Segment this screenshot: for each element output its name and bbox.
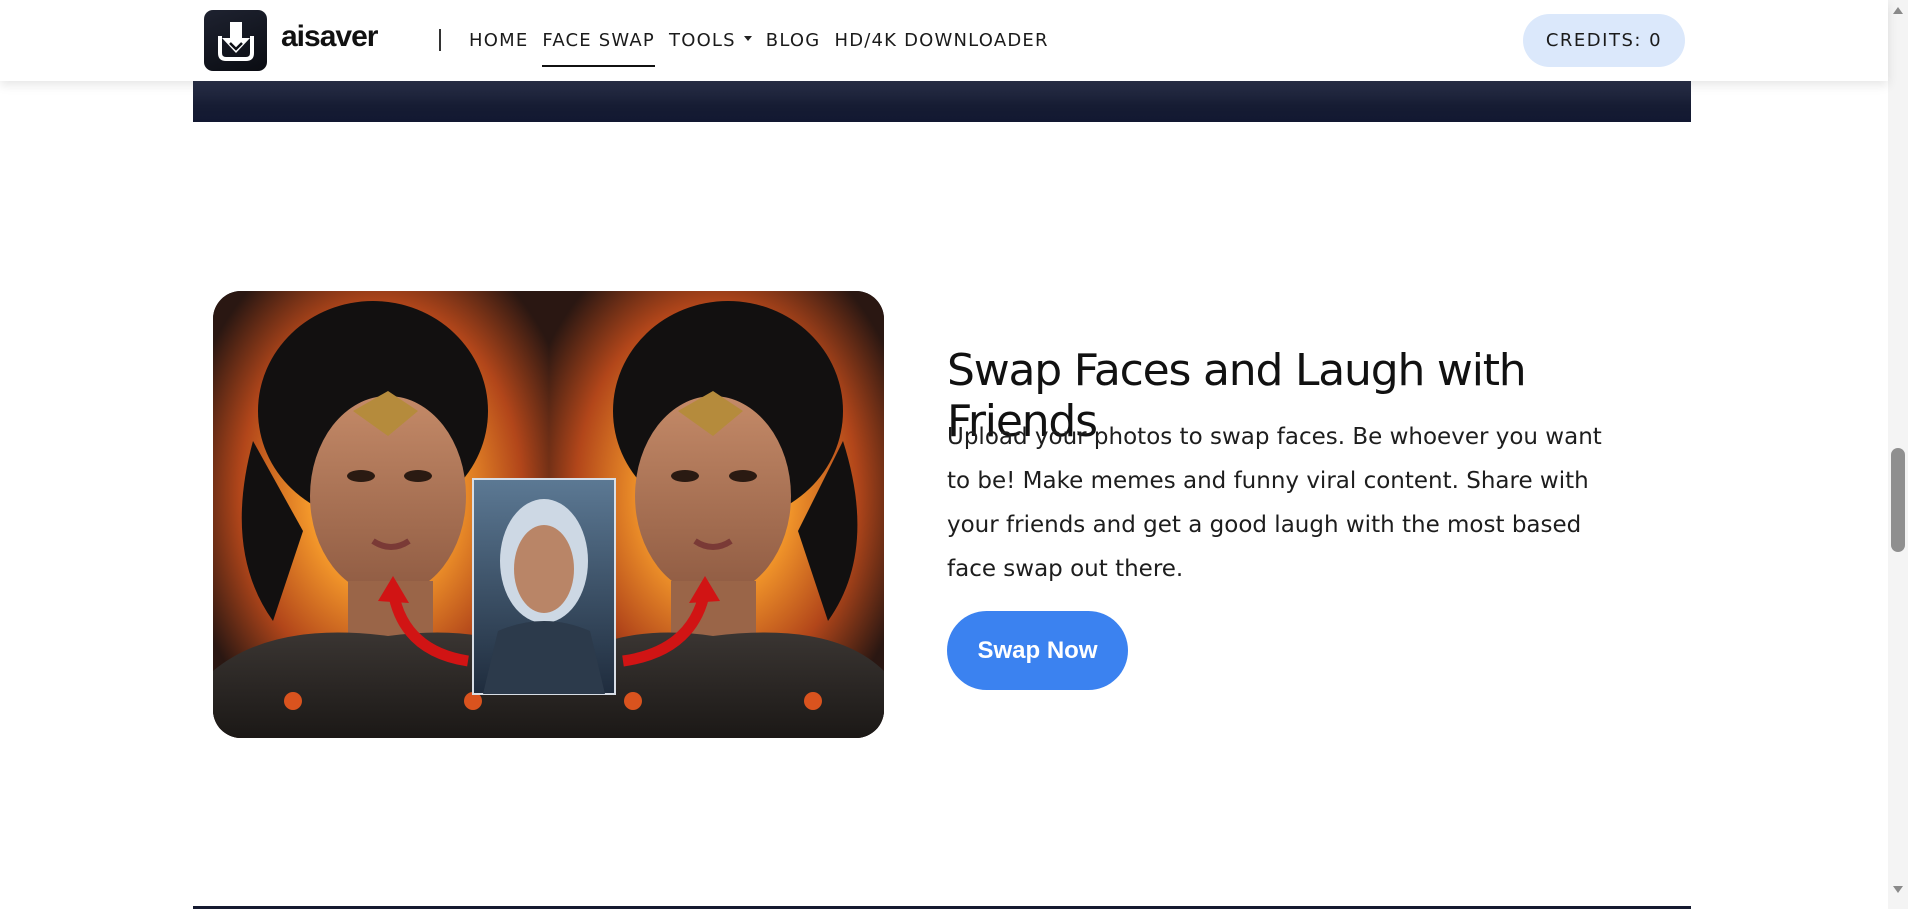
nav-home[interactable]: HOME xyxy=(469,0,528,81)
main-nav: HOME FACE SWAP TOOLS BLOG HD/4K DOWNLOAD… xyxy=(469,0,1049,81)
scroll-down-icon[interactable] xyxy=(1893,886,1903,893)
face-swap-illustration xyxy=(213,291,884,738)
nav-hd-downloader[interactable]: HD/4K DOWNLOADER xyxy=(834,0,1048,81)
nav-face-swap[interactable]: FACE SWAP xyxy=(542,0,655,81)
credits-button[interactable]: CREDITS: 0 xyxy=(1523,14,1685,67)
face-swap-example-image xyxy=(213,291,884,738)
caret-down-icon xyxy=(743,36,752,41)
page: aisaver HOME FACE SWAP TOOLS BLOG HD/4K … xyxy=(0,0,1908,909)
feature-description: Upload your photos to swap faces. Be who… xyxy=(947,424,1602,582)
brand-name[interactable]: aisaver xyxy=(281,20,378,54)
nav-blog[interactable]: BLOG xyxy=(766,0,821,81)
page-scrollbar[interactable] xyxy=(1888,0,1908,909)
nav-tools[interactable]: TOOLS xyxy=(669,0,752,81)
scroll-up-icon[interactable] xyxy=(1893,7,1903,14)
download-arrow-icon xyxy=(217,21,254,61)
scrollbar-thumb[interactable] xyxy=(1891,448,1905,552)
nav-tools-label: TOOLS xyxy=(669,30,736,51)
dark-banner-strip xyxy=(193,81,1691,122)
navbar: aisaver HOME FACE SWAP TOOLS BLOG HD/4K … xyxy=(0,0,1888,81)
nav-divider xyxy=(439,29,441,51)
logo[interactable] xyxy=(204,10,267,71)
swap-now-button[interactable]: Swap Now xyxy=(947,611,1128,690)
